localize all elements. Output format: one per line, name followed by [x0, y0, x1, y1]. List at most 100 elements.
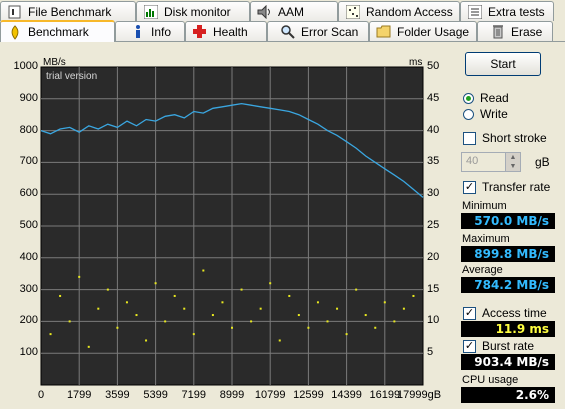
- access-time-point: [355, 288, 358, 291]
- tab-label: Folder Usage: [397, 24, 470, 39]
- access-time-point: [125, 301, 128, 304]
- tab-folder-usage[interactable]: Folder Usage: [369, 21, 477, 41]
- tab-file-benchmark[interactable]: File Benchmark: [0, 1, 136, 21]
- access-time-point: [402, 307, 405, 310]
- access-time-point: [374, 326, 377, 329]
- health-cross-icon: [192, 24, 207, 39]
- access-time-checkbox[interactable]: ✓: [463, 306, 476, 320]
- burst-rate-row[interactable]: ✓ Burst rate: [463, 339, 534, 353]
- maximum-label: Maximum: [462, 233, 510, 245]
- tab-info[interactable]: Info: [115, 21, 185, 41]
- access-time-point: [183, 307, 186, 310]
- minimum-label: Minimum: [462, 200, 507, 212]
- burst-rate-value: 903.4 MB/s: [461, 354, 555, 370]
- short-stroke-checkbox[interactable]: [463, 131, 476, 145]
- y-tick-left: 500: [19, 219, 38, 231]
- access-time-point: [316, 301, 319, 304]
- access-time-point: [97, 307, 100, 310]
- maximum-value: 899.8 MB/s: [461, 246, 555, 262]
- disk-monitor-icon: [143, 4, 158, 19]
- short-stroke-label: Short stroke: [482, 131, 547, 145]
- tab-erase[interactable]: Erase: [477, 21, 553, 41]
- tab-label: Erase: [511, 24, 543, 39]
- read-label: Read: [480, 91, 509, 105]
- short-stroke-input[interactable]: 40 ▲ ▼: [461, 152, 521, 172]
- tab-benchmark[interactable]: Benchmark: [0, 20, 115, 42]
- access-time-point: [345, 333, 348, 336]
- access-time-point: [383, 301, 386, 304]
- extra-tests-icon: [467, 4, 482, 19]
- y-tick-right: 15: [427, 282, 440, 295]
- tab-aam[interactable]: AAM: [250, 1, 338, 21]
- tab-label: AAM: [278, 4, 305, 19]
- tab-health[interactable]: Health: [185, 21, 267, 41]
- access-time-point: [106, 288, 109, 291]
- magnifier-icon: [280, 24, 295, 39]
- y-tick-right: 25: [427, 219, 440, 231]
- tab-error-scan[interactable]: Error Scan: [267, 21, 369, 41]
- transfer-rate-row[interactable]: ✓ Transfer rate: [463, 180, 550, 194]
- access-time-point: [135, 314, 138, 317]
- access-time-point: [364, 314, 367, 317]
- y-tick-left: 1000: [13, 60, 38, 72]
- y-tick-left: 900: [19, 91, 38, 104]
- y-tick-right: 5: [427, 346, 434, 359]
- tab-row-bottom: Benchmark Info Health Error Scan Folder …: [0, 20, 553, 42]
- access-time-point: [307, 326, 310, 329]
- folder-icon: [376, 24, 391, 39]
- minimum-value: 570.0 MB/s: [461, 213, 555, 229]
- tab-label: Info: [151, 24, 172, 39]
- write-radio[interactable]: [463, 108, 474, 120]
- access-time-point: [116, 326, 119, 329]
- access-time-point: [278, 339, 281, 342]
- chart-plot-area: trial version MB/s ms: [40, 57, 424, 386]
- access-time-point: [231, 326, 233, 329]
- access-time-point: [221, 301, 224, 304]
- read-radio-row[interactable]: Read: [463, 91, 509, 105]
- y-tick-right: 45: [427, 91, 440, 104]
- file-benchmark-icon: [7, 4, 22, 19]
- access-time-point: [173, 294, 176, 297]
- tab-label: Benchmark: [28, 25, 89, 39]
- burst-rate-checkbox[interactable]: ✓: [463, 339, 476, 353]
- spin-down-icon[interactable]: ▼: [505, 162, 520, 171]
- access-time-point: [326, 320, 329, 323]
- short-stroke-unit: gB: [535, 155, 550, 169]
- tab-label: Disk monitor: [164, 4, 231, 19]
- access-time-point: [250, 320, 253, 323]
- x-tick: 17999gB: [397, 389, 442, 401]
- tab-label: Random Access: [366, 4, 453, 19]
- trash-icon: [490, 24, 505, 39]
- random-access-icon: [345, 4, 360, 19]
- spin-up-icon[interactable]: ▲: [505, 153, 520, 162]
- tab-label: Error Scan: [301, 24, 359, 39]
- access-time-row[interactable]: ✓ Access time: [463, 306, 547, 320]
- read-radio[interactable]: [463, 92, 474, 104]
- tab-random-access[interactable]: Random Access: [338, 1, 460, 21]
- y-tick-left: 200: [19, 314, 38, 327]
- access-time-point: [78, 275, 81, 278]
- speaker-icon: [257, 4, 272, 19]
- y-tick-left: 300: [19, 282, 38, 295]
- write-label: Write: [480, 107, 508, 121]
- access-time-point: [211, 314, 214, 317]
- tab-extra-tests[interactable]: Extra tests: [460, 1, 554, 21]
- y-tick-right: 10: [427, 314, 440, 327]
- info-icon: [130, 24, 145, 39]
- transfer-rate-checkbox[interactable]: ✓: [463, 180, 476, 194]
- short-stroke-row[interactable]: Short stroke: [463, 131, 547, 145]
- start-button[interactable]: Start: [465, 52, 541, 76]
- right-unit-label: ms: [409, 57, 422, 68]
- transfer-rate-label: Transfer rate: [482, 180, 551, 194]
- left-unit-label: MB/s: [43, 57, 66, 68]
- tab-disk-monitor[interactable]: Disk monitor: [136, 1, 250, 21]
- access-time-point: [412, 294, 415, 297]
- y-tick-left: 800: [19, 123, 38, 136]
- watermark-text: trial version: [46, 71, 97, 82]
- write-radio-row[interactable]: Write: [463, 107, 508, 121]
- access-time-point: [49, 333, 52, 336]
- access-time-point: [202, 269, 205, 272]
- access-time-point: [297, 314, 300, 317]
- access-time-point: [393, 320, 396, 323]
- burst-rate-label: Burst rate: [482, 339, 535, 353]
